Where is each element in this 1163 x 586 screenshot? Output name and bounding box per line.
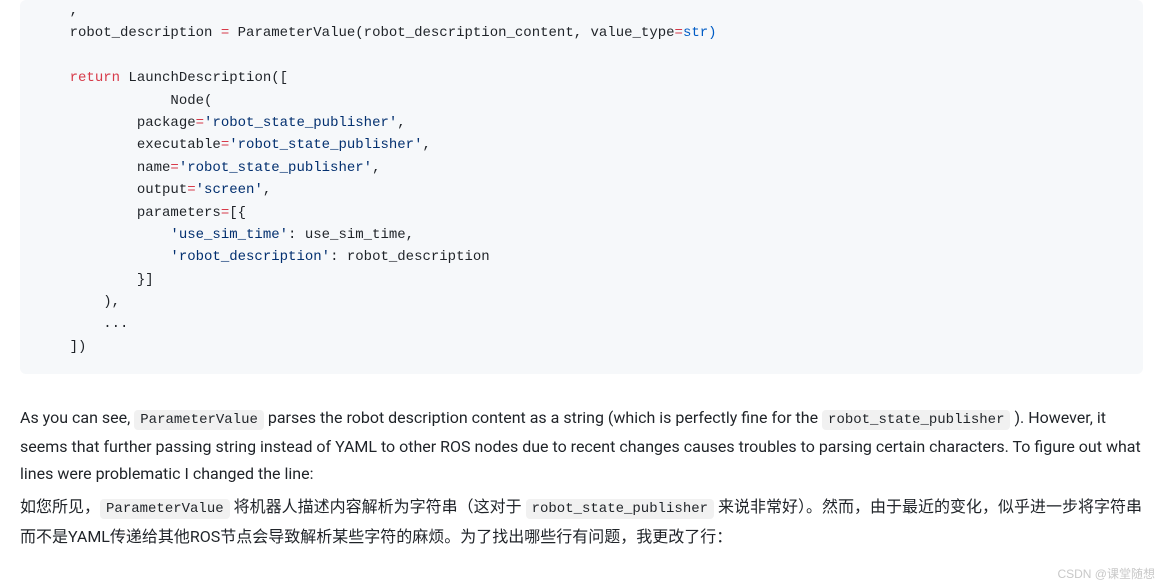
- inline-code: ParameterValue: [100, 499, 230, 519]
- code-line: name='robot_state_publisher',: [36, 160, 380, 176]
- code-line: 'robot_description': robot_description: [36, 249, 490, 265]
- code-line: ,: [36, 3, 78, 19]
- code-line: parameters=[{: [36, 205, 246, 221]
- code-line: 'use_sim_time': use_sim_time,: [36, 227, 414, 243]
- inline-code: robot_state_publisher: [526, 499, 714, 519]
- code-line: return LaunchDescription([: [36, 70, 288, 86]
- code-line: Node(: [36, 93, 212, 109]
- code-line: executable='robot_state_publisher',: [36, 137, 431, 153]
- code-line: ]): [36, 339, 86, 355]
- explanation-paragraph-cn: 如您所见，ParameterValue 将机器人描述内容解析为字符串（这对于 r…: [20, 493, 1143, 551]
- code-line: output='screen',: [36, 182, 271, 198]
- inline-code: robot_state_publisher: [822, 410, 1010, 430]
- watermark: CSDN @课堂随想: [1057, 565, 1155, 582]
- code-block: , robot_description = ParameterValue(rob…: [20, 0, 1143, 374]
- text-fragment: 如您所见，: [20, 497, 100, 516]
- explanation-paragraph-en: As you can see, ParameterValue parses th…: [20, 404, 1143, 487]
- code-line: ...: [36, 316, 128, 332]
- text-fragment: parses the robot description content as …: [264, 408, 822, 427]
- code-line: ),: [36, 294, 120, 310]
- text-fragment: 将机器人描述内容解析为字符串（这对于: [230, 497, 526, 516]
- code-line: robot_description = ParameterValue(robot…: [36, 25, 717, 41]
- text-fragment: As you can see,: [20, 408, 134, 427]
- code-line: package='robot_state_publisher',: [36, 115, 406, 131]
- code-line: }]: [36, 272, 154, 288]
- inline-code: ParameterValue: [134, 410, 264, 430]
